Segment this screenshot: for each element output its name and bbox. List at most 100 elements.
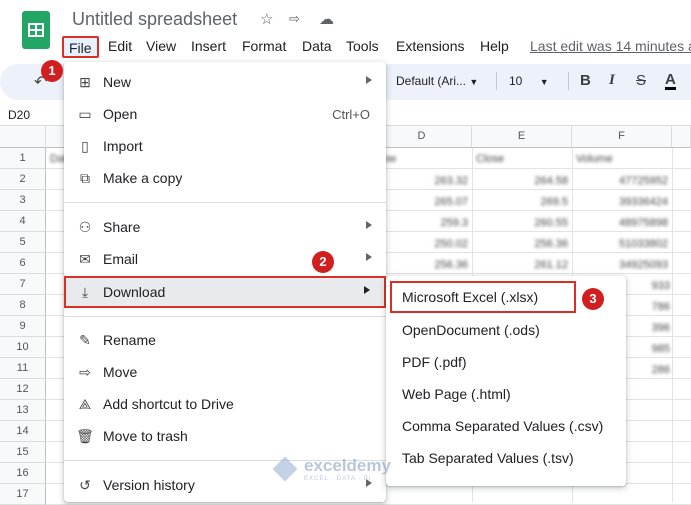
row-header[interactable]: 7 <box>0 274 46 295</box>
cell[interactable]: 39336424 <box>572 196 668 208</box>
row-header[interactable]: 8 <box>0 295 46 316</box>
name-box[interactable]: D20 <box>8 108 30 122</box>
cell[interactable]: 396 <box>626 322 670 334</box>
cell[interactable]: 256.36 <box>372 259 468 271</box>
menu-help[interactable]: Help <box>475 36 514 58</box>
menu-item-add-shortcut[interactable]: ⟁ Add shortcut to Drive <box>64 388 386 420</box>
menu-item-download[interactable]: ⤓ Download <box>64 276 386 308</box>
row-header[interactable]: 15 <box>0 442 46 463</box>
menu-item-open[interactable]: ▭ Open Ctrl+O <box>64 98 386 130</box>
menu-extensions[interactable]: Extensions <box>391 36 469 58</box>
menu-item-email[interactable]: ✉ Email <box>64 243 386 275</box>
cloud-status-icon[interactable]: ☁ <box>319 10 334 28</box>
text-color-button[interactable]: A <box>665 72 676 90</box>
cell[interactable]: 48975898 <box>572 217 668 229</box>
menu-item-new[interactable]: ⊞ New <box>64 66 386 98</box>
cell[interactable]: 265.07 <box>372 196 468 208</box>
menu-item-rename[interactable]: ✎ Rename <box>64 324 386 356</box>
row-header[interactable]: 2 <box>0 169 46 190</box>
menu-item-make-a-copy[interactable]: ⧉ Make a copy <box>64 162 386 194</box>
italic-button[interactable]: I <box>609 72 615 89</box>
menu-insert[interactable]: Insert <box>186 36 231 58</box>
cell[interactable]: 261.12 <box>472 259 568 271</box>
download-pdf[interactable]: PDF (.pdf) <box>386 346 626 378</box>
cell[interactable]: 286 <box>626 364 670 376</box>
column-header-d[interactable]: D <box>372 126 472 148</box>
cell[interactable]: 933 <box>626 280 670 292</box>
copy-icon: ⧉ <box>80 170 90 186</box>
download-tsv[interactable]: Tab Separated Values (.tsv) <box>386 442 626 474</box>
download-csv[interactable]: Comma Separated Values (.csv) <box>386 410 626 442</box>
rename-icon: ✎ <box>79 332 91 348</box>
grid-line <box>672 148 673 502</box>
last-edit-link[interactable]: Last edit was 14 minutes ago <box>530 38 691 54</box>
menu-tools[interactable]: Tools <box>341 36 384 58</box>
strikethrough-button[interactable]: S <box>636 72 646 89</box>
menu-view[interactable]: View <box>141 36 181 58</box>
row-header[interactable]: 1 <box>0 148 46 169</box>
column-header-e[interactable]: E <box>472 126 572 148</box>
row-header[interactable]: 16 <box>0 463 46 484</box>
menu-edit[interactable]: Edit <box>103 36 137 58</box>
select-all-corner[interactable] <box>0 126 46 148</box>
menu-item-label: Web Page (.html) <box>402 386 511 402</box>
font-size-select[interactable]: 10 ▼ <box>509 74 549 88</box>
star-icon[interactable]: ☆ <box>260 10 273 28</box>
menu-data[interactable]: Data <box>297 36 337 58</box>
font-size-value: 10 <box>509 74 523 88</box>
menu-item-label: Make a copy <box>103 170 183 186</box>
new-sheet-icon: ⊞ <box>79 74 91 90</box>
font-family-select[interactable]: Default (Ari... ▼ <box>396 74 478 88</box>
folder-icon: ▭ <box>78 106 92 122</box>
menu-item-move[interactable]: ⇨ Move <box>64 356 386 388</box>
cell[interactable]: 263.32 <box>372 175 468 187</box>
row-header[interactable]: 11 <box>0 358 46 379</box>
row-header[interactable]: 10 <box>0 337 46 358</box>
menu-divider <box>64 316 386 317</box>
cell-header-volume[interactable]: Volume <box>576 153 613 165</box>
menu-item-share[interactable]: ⚇ Share <box>64 211 386 243</box>
menu-item-label: Comma Separated Values (.csv) <box>402 418 604 434</box>
row-header[interactable]: 14 <box>0 421 46 442</box>
menu-item-label: PDF (.pdf) <box>402 354 467 370</box>
row-header[interactable]: 6 <box>0 253 46 274</box>
row-header[interactable]: 3 <box>0 190 46 211</box>
submenu-arrow-icon <box>366 76 372 84</box>
move-folder-icon[interactable]: ⇨ <box>289 11 300 27</box>
history-icon: ↺ <box>79 477 91 493</box>
cell[interactable]: 259.3 <box>372 217 468 229</box>
row-header[interactable]: 9 <box>0 316 46 337</box>
cell[interactable]: 985 <box>626 343 670 355</box>
menu-item-label: Share <box>103 219 141 235</box>
cell[interactable]: 260.55 <box>472 217 568 229</box>
cell[interactable]: 786 <box>626 301 670 313</box>
column-header-f[interactable]: F <box>572 126 672 148</box>
column-header[interactable] <box>672 126 691 148</box>
cell[interactable]: 250.02 <box>372 238 468 250</box>
row-header[interactable]: 5 <box>0 232 46 253</box>
toolbar-divider <box>496 72 497 90</box>
menu-item-label: Move <box>103 364 138 380</box>
cell[interactable]: 34925093 <box>572 259 668 271</box>
cell-header-close[interactable]: Close <box>476 153 504 165</box>
menu-item-move-to-trash[interactable]: 🗑 Move to trash <box>64 420 386 452</box>
bold-button[interactable]: B <box>580 72 591 89</box>
download-xlsx[interactable]: Microsoft Excel (.xlsx) <box>390 281 576 313</box>
cell[interactable]: 264.58 <box>472 175 568 187</box>
sheets-logo-icon[interactable] <box>22 11 50 49</box>
cell[interactable]: 269.5 <box>472 196 568 208</box>
row-header[interactable]: 12 <box>0 379 46 400</box>
menu-format[interactable]: Format <box>237 36 291 58</box>
cell[interactable]: 256.36 <box>472 238 568 250</box>
document-title[interactable]: Untitled spreadsheet <box>72 9 237 30</box>
file-icon: ▯ <box>81 138 89 154</box>
cell[interactable]: 47725952 <box>572 175 668 187</box>
cell[interactable]: 51033802 <box>572 238 668 250</box>
row-header[interactable]: 4 <box>0 211 46 232</box>
download-html[interactable]: Web Page (.html) <box>386 378 626 410</box>
download-ods[interactable]: OpenDocument (.ods) <box>386 314 626 346</box>
menu-file[interactable]: File <box>62 36 99 58</box>
row-header[interactable]: 13 <box>0 400 46 421</box>
menu-item-label: Microsoft Excel (.xlsx) <box>402 289 539 305</box>
menu-item-import[interactable]: ▯ Import <box>64 130 386 162</box>
